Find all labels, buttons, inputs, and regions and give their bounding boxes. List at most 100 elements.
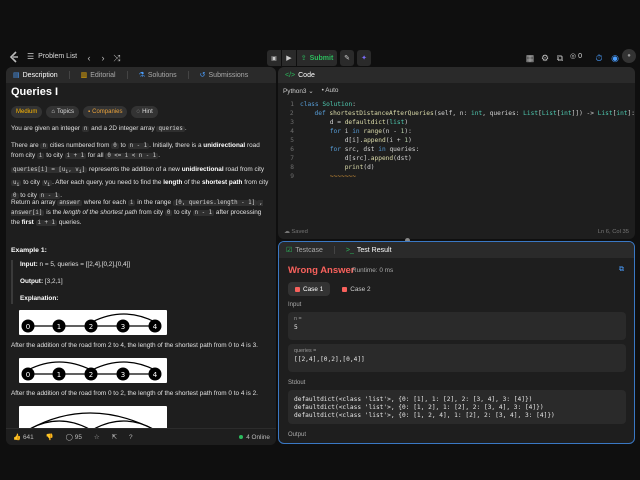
paragraph-2: There are n cities numbered from 0 to n … bbox=[11, 142, 260, 159]
share-icon: ⇱ bbox=[111, 434, 117, 441]
companies-chip[interactable]: ▪ Companies bbox=[82, 106, 128, 118]
tab-solutions[interactable]: ⚗ Solutions bbox=[136, 67, 180, 83]
code-line: 4 for i in range(n - 1): bbox=[290, 128, 412, 135]
upload-icon: ⇪ bbox=[300, 55, 307, 62]
tab-editorial[interactable]: ▥ Editorial bbox=[78, 67, 119, 83]
code-line: 2 def shortestDistanceAfterQueries(self,… bbox=[289, 110, 635, 117]
saved-status: ☁ Saved bbox=[284, 229, 308, 235]
code-line: 6 for src, dst in queries: bbox=[290, 146, 420, 153]
svg-text:3: 3 bbox=[121, 323, 125, 331]
difficulty-badge: Medium bbox=[11, 106, 43, 118]
history-icon: ↺ bbox=[199, 72, 206, 79]
ai-assist-icon[interactable]: ✦ bbox=[357, 50, 371, 66]
example-graph-3 bbox=[19, 406, 167, 429]
code-line: 9 ~~~~~~~ bbox=[290, 173, 356, 180]
fail-icon bbox=[295, 286, 300, 292]
code-line: 1 class Solution: bbox=[290, 101, 356, 108]
input-n-box: n = 5 bbox=[288, 312, 626, 340]
thumbs-up-icon: 👍 bbox=[13, 434, 21, 441]
case-1-tab[interactable]: Case 1 bbox=[288, 282, 331, 296]
svg-text:2: 2 bbox=[89, 323, 93, 331]
problem-list-button[interactable]: ☰ Problem List bbox=[27, 52, 77, 61]
tag-icon: ⌂ bbox=[51, 109, 55, 115]
paragraph-4: Return an array answer where for each i … bbox=[11, 199, 263, 226]
code-toolbar: Python3 ⌄ • Auto bbox=[283, 87, 338, 95]
submit-label: Submit bbox=[309, 54, 334, 62]
paragraph-3: queries[i] = [ui, vi] represents the add… bbox=[11, 166, 269, 200]
code-editor[interactable]: 1 class Solution: 2 def shortestDistanceA… bbox=[278, 100, 635, 181]
result-tabbar: ☑ Testcase >_ Test Result bbox=[279, 242, 634, 258]
code-panel: </> Code Python3 ⌄ • Auto 1 class Solution… bbox=[278, 67, 635, 239]
auto-toggle[interactable]: • Auto bbox=[322, 87, 339, 95]
case-tabs: Case 1 Case 2 bbox=[288, 282, 378, 296]
code-line: 7 d[src].append(dst) bbox=[290, 155, 412, 162]
leetcode-logo-icon[interactable] bbox=[8, 51, 20, 63]
question-icon: ? bbox=[128, 433, 133, 441]
notes-icon[interactable]: ✎ bbox=[340, 50, 354, 66]
paragraph-1: You are given an integer n and a 2D inte… bbox=[11, 125, 187, 132]
problem-list-label: Problem List bbox=[38, 53, 78, 60]
svg-text:4: 4 bbox=[153, 323, 158, 331]
example-graph-1: 0 1 2 3 4 bbox=[19, 310, 167, 335]
language-select[interactable]: Python3 ⌄ bbox=[283, 87, 314, 95]
svg-text:0: 0 bbox=[26, 323, 30, 331]
coin-icon: ◎ bbox=[570, 53, 577, 60]
svg-text:1: 1 bbox=[57, 371, 61, 379]
tab-submissions[interactable]: ↺ Submissions bbox=[197, 67, 252, 83]
example-title: Example 1: bbox=[11, 247, 47, 254]
like-button[interactable]: 👍 641 bbox=[10, 433, 37, 442]
checkbox-icon: ☑ bbox=[286, 247, 293, 254]
fail-icon bbox=[342, 286, 348, 292]
avatar[interactable]: ● bbox=[622, 49, 636, 63]
example-graph-2: 0 1 2 3 4 bbox=[19, 358, 167, 383]
flask-icon: ⚗ bbox=[138, 72, 145, 79]
thumbs-down-icon: 👎 bbox=[45, 434, 54, 441]
coins-display[interactable]: ◎ 0 bbox=[570, 52, 583, 61]
code-statusbar: ☁ Saved Ln 6, Col 35 bbox=[278, 225, 635, 239]
explanation-2: After the addition of the road from 0 to… bbox=[11, 390, 258, 397]
input-label: Input bbox=[288, 302, 302, 308]
tab-description[interactable]: ▤ Description bbox=[10, 67, 61, 83]
book-icon: ▥ bbox=[80, 72, 88, 79]
description-footer: 👍 641 👎 ◯ 95 ☆ ⇱ ? 4 Online bbox=[6, 428, 276, 445]
star-icon: ☆ bbox=[93, 434, 100, 441]
comment-icon: ◯ bbox=[65, 434, 73, 441]
stdout-box: defaultdict(<class 'list'>, {0: [1], 1: … bbox=[288, 390, 626, 424]
input-queries-box: queries = [[2,4],[0,2],[0,4]] bbox=[288, 344, 626, 372]
code-line: 3 d = defaultdict(list) bbox=[290, 119, 409, 126]
stdout-label: Stdout bbox=[288, 380, 306, 386]
bookmark-button[interactable]: ☆ bbox=[91, 433, 103, 441]
hint-chip[interactable]: ◌ Hint bbox=[131, 106, 158, 118]
submit-button[interactable]: ⇪ Submit bbox=[297, 50, 337, 66]
lightbulb-icon: ◌ bbox=[136, 109, 141, 115]
example-block: Input: n = 5, queries = [[2,4],[0,2],[0,… bbox=[11, 260, 269, 304]
top-bar: ☰ Problem List ‹ › ⤨ ▣ ▶ ⇪ Submit ✎ ✦ ▦ … bbox=[0, 0, 640, 66]
help-button[interactable]: ? bbox=[126, 434, 136, 441]
svg-text:4: 4 bbox=[153, 371, 158, 379]
output-label: Output bbox=[288, 432, 307, 438]
dislike-button[interactable]: 👎 bbox=[43, 433, 57, 441]
list-icon: ☰ bbox=[27, 52, 35, 61]
tab-testcase[interactable]: ☑ Testcase bbox=[283, 242, 326, 258]
comments-button[interactable]: ◯ 95 bbox=[63, 433, 85, 442]
description-tabbar: ▤ Description ▥ Editorial ⚗ Solutions ↺ Subm… bbox=[6, 67, 276, 83]
debug-icon[interactable]: ▣ bbox=[267, 50, 281, 66]
online-indicator: 4 Online bbox=[239, 434, 270, 441]
problem-title: Queries I bbox=[11, 86, 59, 98]
svg-text:3: 3 bbox=[121, 371, 125, 379]
code-line: 8 print(d) bbox=[290, 164, 375, 171]
svg-text:1: 1 bbox=[57, 323, 61, 331]
topics-chip[interactable]: ⌂ Topics bbox=[46, 106, 79, 118]
code-line: 5 d[i].append(i + 1) bbox=[290, 137, 412, 144]
case-2-tab[interactable]: Case 2 bbox=[335, 282, 377, 296]
expand-icon[interactable]: ⧉ bbox=[619, 266, 624, 274]
tab-test-result[interactable]: >_ Test Result bbox=[343, 242, 395, 258]
cursor-position: Ln 6, Col 35 bbox=[597, 229, 629, 235]
coins-count: 0 bbox=[578, 52, 583, 60]
run-button[interactable]: ▶ bbox=[282, 50, 296, 66]
runtime-label: Runtime: 0 ms bbox=[352, 267, 394, 274]
shuffle-icon[interactable]: ⤨ bbox=[108, 49, 126, 67]
daily-icon[interactable]: ⧉ bbox=[551, 49, 569, 67]
tab-code[interactable]: </> Code bbox=[282, 67, 318, 83]
share-button[interactable]: ⇱ bbox=[109, 433, 120, 441]
